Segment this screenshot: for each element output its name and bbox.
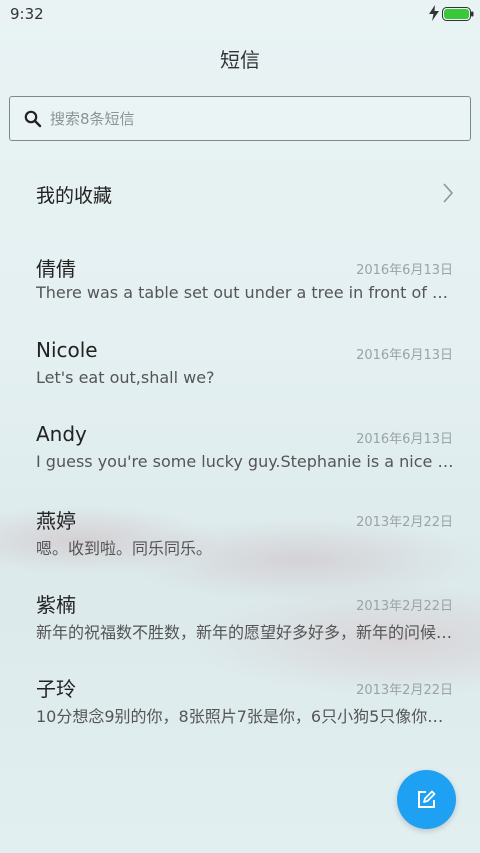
search-box[interactable] [9, 96, 471, 141]
conversation-name: 燕婷 [36, 509, 76, 533]
conversation-name: 子玲 [36, 677, 76, 701]
status-bar: 9:32 [0, 0, 480, 28]
compose-icon [418, 790, 436, 808]
chevron-right-icon [443, 183, 454, 203]
conversation-date: 2013年2月22日 [356, 515, 453, 530]
conversation-name: Andy [36, 422, 87, 446]
conversation-item[interactable]: 紫楠 2013年2月22日 新年的祝福数不胜数，新年的愿望好多好多，新年的问候送… [0, 589, 480, 663]
conversation-date: 2016年6月13日 [356, 348, 453, 363]
compose-button[interactable] [397, 770, 456, 829]
conversation-item[interactable]: 倩倩 2016年6月13日 There was a table set out … [0, 253, 480, 327]
conversation-date: 2016年6月13日 [356, 263, 453, 278]
search-icon [24, 110, 42, 128]
conversation-preview: I guess you're some lucky guy.Stephanie … [36, 452, 454, 471]
conversation-preview: 嗯。收到啦。同乐同乐。 [36, 539, 213, 558]
conversation-item[interactable]: Andy 2016年6月13日 I guess you're some luck… [0, 422, 480, 496]
conversation-preview: 新年的祝福数不胜数，新年的愿望好多好多，新年的问候送给你 [36, 623, 454, 642]
lightning-icon [429, 5, 439, 21]
favorites-row[interactable]: 我的收藏 [0, 166, 480, 220]
battery-full-icon [442, 7, 474, 21]
conversation-item[interactable]: 燕婷 2013年2月22日 嗯。收到啦。同乐同乐。 [0, 505, 480, 579]
page-title: 短信 [220, 48, 260, 72]
conversation-item[interactable]: 子玲 2013年2月22日 10分想念9别的你，8张照片7张是你，6只小狗5只像… [0, 673, 480, 747]
conversation-preview: 10分想念9别的你，8张照片7张是你，6只小狗5只像你，4季 [36, 707, 454, 726]
conversation-name: Nicole [36, 338, 98, 362]
conversation-date: 2016年6月13日 [356, 432, 453, 447]
search-input[interactable] [50, 105, 450, 133]
conversation-date: 2013年2月22日 [356, 599, 453, 614]
conversation-preview: Let's eat out,shall we? [36, 368, 215, 387]
conversation-name: 倩倩 [36, 257, 76, 281]
status-time: 9:32 [10, 5, 44, 23]
conversation-item[interactable]: Nicole 2016年6月13日 Let's eat out,shall we… [0, 338, 480, 412]
favorites-label: 我的收藏 [36, 185, 113, 207]
conversation-preview: There was a table set out under a tree i… [36, 283, 454, 302]
conversation-date: 2013年2月22日 [356, 683, 453, 698]
conversation-name: 紫楠 [36, 593, 76, 617]
